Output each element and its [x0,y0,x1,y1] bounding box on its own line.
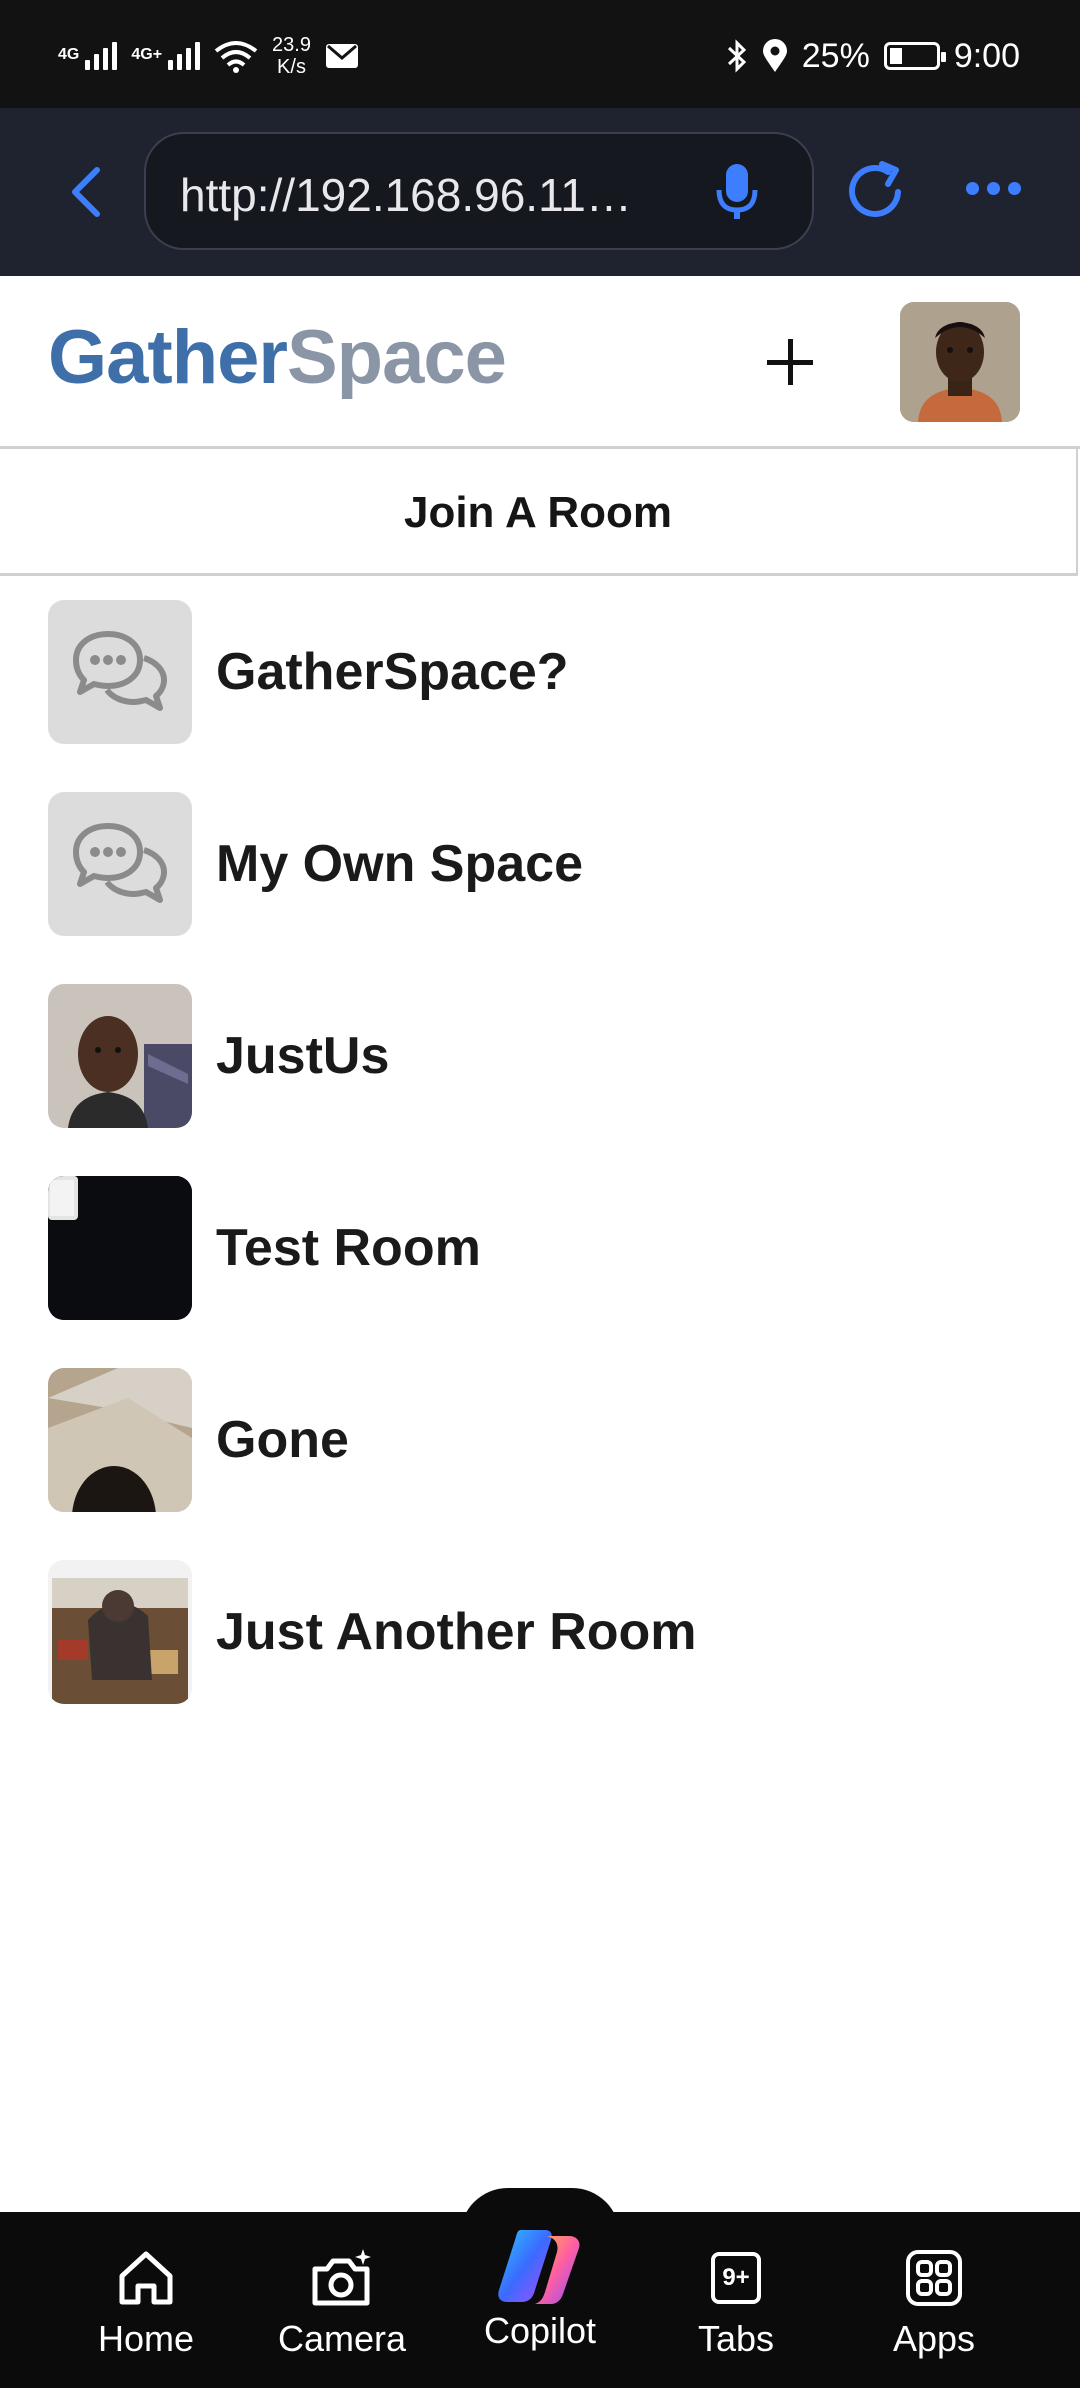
logo-part-2: Space [286,315,507,400]
signal-icon: 4G [58,42,118,70]
network-speed: 23.9 K/s [272,34,311,78]
room-name: JustUs [216,1027,390,1085]
room-list-item[interactable]: JustUs [48,984,948,1128]
room-thumbnail [48,984,192,1128]
room-thumbnail [48,600,192,744]
room-thumbnail [48,1560,192,1704]
url-text[interactable]: http://192.168.96.11… [180,168,632,222]
more-options-icon[interactable] [966,182,1021,195]
room-photo [48,1368,192,1512]
nav-label: Tabs [697,2318,775,2359]
room-list-item[interactable]: My Own Space [48,792,948,936]
nav-label: Copilot [483,2310,597,2351]
nav-copilot[interactable]: Copilot [442,2212,638,2388]
add-room-button[interactable] [762,334,818,390]
nav-home[interactable]: Home [48,2212,244,2388]
chat-placeholder-icon [73,631,167,711]
signal-label: 4G+ [131,46,163,63]
nav-camera[interactable]: Camera [244,2212,440,2388]
app-header: GatherSpace [0,276,1080,449]
status-right: 25% 9:00 [726,28,1020,84]
battery-icon [883,42,946,70]
nav-label: Camera [277,2318,407,2359]
home-icon [119,2251,173,2305]
logo-part-1: Gather [48,315,288,400]
tabs-count: 9+ [722,2264,750,2291]
bluetooth-icon [727,39,746,73]
reload-icon[interactable] [842,158,908,224]
room-list-item[interactable]: Gone [48,1368,948,1512]
speed-unit: K/s [277,56,306,78]
room-photo [48,1176,192,1320]
app-logo[interactable]: GatherSpace [48,314,507,401]
room-thumbnail [48,1176,192,1320]
room-photo [48,1560,192,1704]
status-bar: 4G 4G+ 23.9 K/s 25% 9:00 [0,0,1080,108]
signal-label: 4G [58,46,80,63]
room-name: My Own Space [216,835,583,893]
join-room-section-header: Join A Room [0,446,1078,576]
room-photo [48,984,192,1128]
nav-tabs[interactable]: 9+ Tabs [638,2212,834,2388]
room-name: GatherSpace? [216,643,569,701]
camera-icon [312,2249,371,2306]
browser-toolbar: http://192.168.96.11… [0,108,1080,276]
battery-percent: 25% [801,36,870,75]
tabs-icon: 9+ [711,2252,761,2304]
profile-avatar[interactable] [900,302,1020,422]
wifi-icon [214,41,258,73]
copilot-icon [498,2230,580,2304]
room-list-item[interactable]: Test Room [48,1176,948,1320]
room-name: Just Another Room [216,1603,697,1661]
speed-value: 23.9 [272,34,311,56]
room-list-item[interactable]: Just Another Room [48,1560,948,1704]
room-list-item[interactable]: GatherSpace? [48,600,948,744]
room-name: Gone [216,1411,349,1469]
chevron-left-icon [72,167,100,217]
back-button[interactable] [56,160,116,224]
apps-icon [906,2250,962,2306]
microphone-icon[interactable] [714,162,760,222]
location-icon [762,39,787,72]
nav-label: Home [97,2318,195,2359]
room-name: Test Room [216,1219,481,1277]
nav-label: Apps [892,2318,976,2359]
address-bar[interactable]: http://192.168.96.11… [144,132,814,250]
chat-placeholder-icon [73,823,167,903]
browser-bottom-nav: Home Camera Copilot 9+ Tabs Apps [0,2188,1080,2388]
avatar-photo [900,302,1020,422]
status-left: 4G 4G+ 23.9 K/s [58,28,359,84]
section-title: Join A Room [403,488,673,537]
room-thumbnail [48,792,192,936]
room-thumbnail [48,1368,192,1512]
clock: 9:00 [953,36,1020,75]
signal-icon: 4G+ [131,42,201,70]
nav-apps[interactable]: Apps [836,2212,1032,2388]
mail-icon [325,44,358,68]
